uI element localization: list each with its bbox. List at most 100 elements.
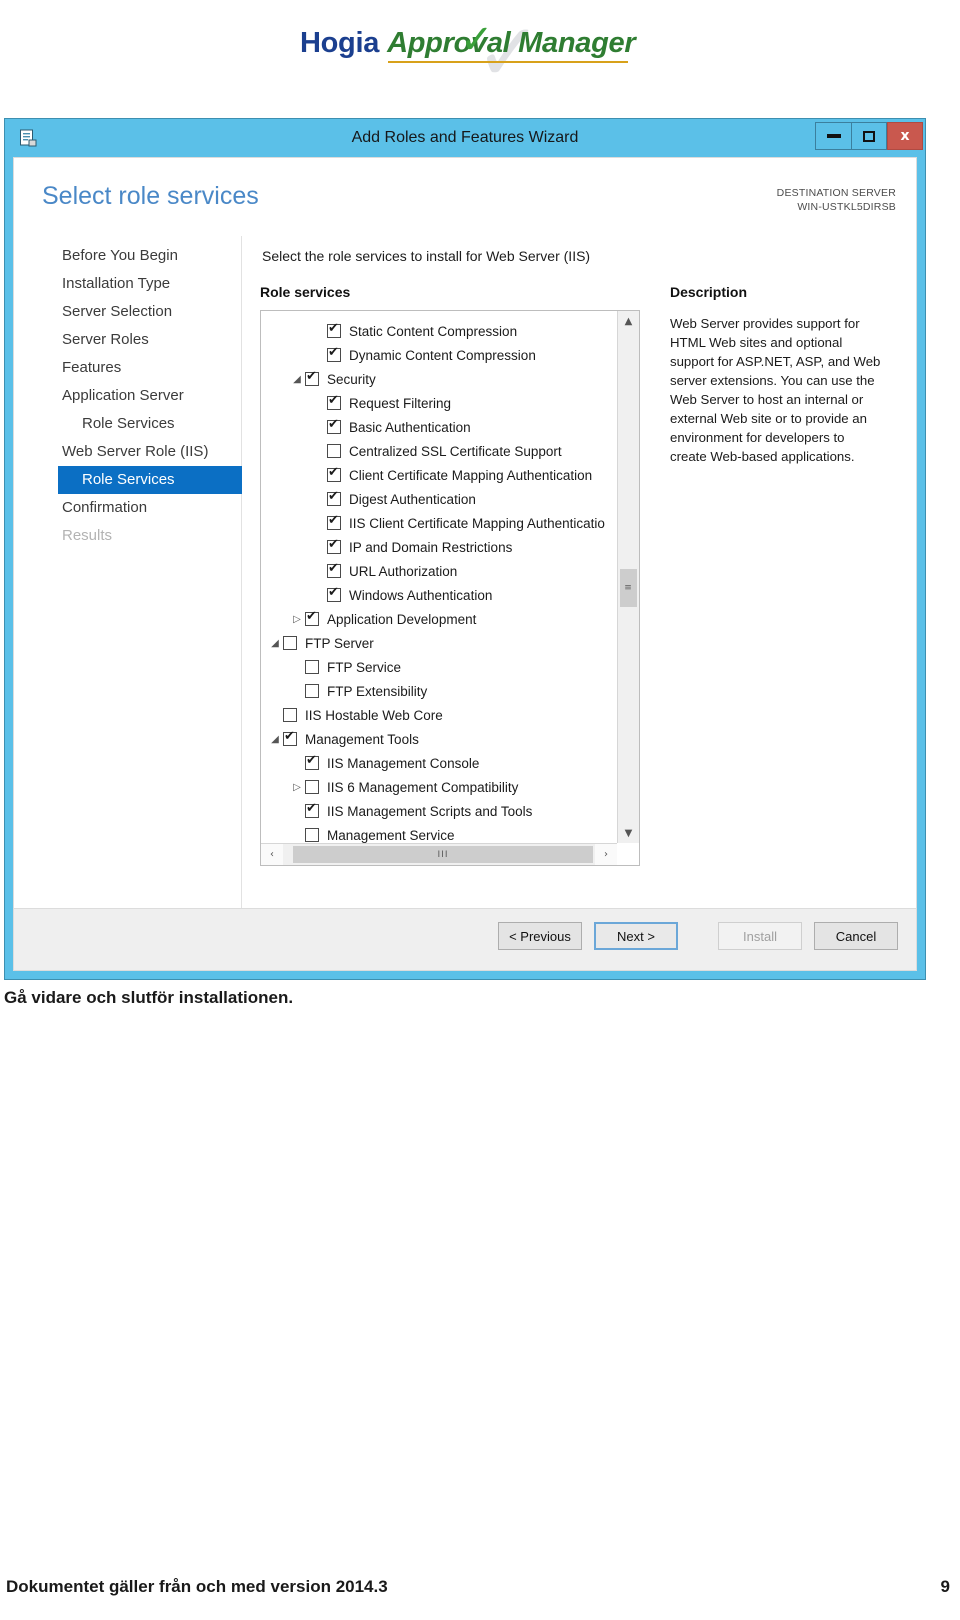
checkbox[interactable]	[283, 708, 297, 722]
tree-row-label: Windows Authentication	[349, 587, 493, 603]
tree-row-label: FTP Server	[305, 635, 374, 651]
tree-row[interactable]: IIS Management Console	[261, 751, 617, 775]
checkbox[interactable]	[327, 393, 341, 410]
tree-row[interactable]: IIS Management Scripts and Tools	[261, 799, 617, 823]
tree-row[interactable]: Basic Authentication	[261, 415, 617, 439]
sidebar-item-label: Server Selection	[62, 303, 173, 320]
minimize-icon	[826, 134, 841, 138]
tree-row-label: Static Content Compression	[349, 323, 518, 339]
checkbox[interactable]	[327, 321, 341, 338]
tree-row[interactable]: IIS Client Certificate Mapping Authentic…	[261, 511, 617, 535]
horizontal-scroll-thumb[interactable]: III	[293, 846, 593, 863]
horizontal-scroll-track[interactable]: III	[283, 844, 595, 865]
tree-row[interactable]: Management Service	[261, 823, 617, 843]
chevron-down-icon[interactable]: ◢	[267, 638, 283, 649]
checkbox[interactable]	[327, 489, 341, 506]
close-button[interactable]: x	[887, 122, 923, 150]
checkbox[interactable]	[327, 513, 341, 530]
page-header: Select role services DESTINATION SERVER …	[14, 158, 916, 236]
checkbox[interactable]	[327, 417, 341, 434]
checkbox[interactable]	[327, 585, 341, 602]
chevron-right-icon[interactable]: ▷	[289, 782, 305, 793]
checkbox[interactable]	[283, 636, 297, 650]
sidebar-item-features[interactable]: Features	[14, 354, 241, 382]
tree-row[interactable]: Client Certificate Mapping Authenticatio…	[261, 463, 617, 487]
tree-row-label: FTP Extensibility	[327, 683, 428, 699]
sidebar-item-installation-type[interactable]: Installation Type	[14, 270, 241, 298]
scroll-left-icon[interactable]: ‹	[261, 844, 283, 865]
vertical-scroll-thumb[interactable]: ≡	[620, 569, 637, 607]
tree-row[interactable]: Request Filtering	[261, 391, 617, 415]
tree-horizontal-scrollbar[interactable]: ‹ III ›	[261, 843, 617, 865]
checkbox[interactable]	[327, 444, 341, 458]
checkbox[interactable]	[305, 780, 319, 794]
tree-row-label: Management Tools	[305, 731, 419, 747]
tree-row[interactable]: ▷ Application Development	[261, 607, 617, 631]
checkbox[interactable]	[305, 609, 319, 626]
hogia-approval-manager-logo: ✓ Hogia Approval Manager ✓	[300, 13, 636, 93]
sidebar-item-server-selection[interactable]: Server Selection	[14, 298, 241, 326]
tree-row[interactable]: FTP Service	[261, 655, 617, 679]
maximize-button[interactable]	[851, 122, 887, 150]
checkbox[interactable]	[327, 465, 341, 482]
sidebar-item-confirmation[interactable]: Confirmation	[14, 494, 241, 522]
sidebar-item-web-server-role-iis[interactable]: Web Server Role (IIS)	[14, 438, 241, 466]
tree-row[interactable]: Centralized SSL Certificate Support	[261, 439, 617, 463]
tree-row[interactable]: ◢ Security	[261, 367, 617, 391]
tree-vertical-scrollbar[interactable]: ▲ ≡ ▼	[617, 311, 639, 843]
sidebar-item-server-roles[interactable]: Server Roles	[14, 326, 241, 354]
cancel-button[interactable]: Cancel	[814, 922, 898, 950]
scroll-up-icon[interactable]: ▲	[618, 311, 639, 331]
checkbox[interactable]	[305, 801, 319, 818]
sidebar-item-label: Web Server Role (IIS)	[62, 443, 209, 460]
page-title: Select role services	[42, 182, 259, 210]
document-footer: Dokumentet gäller från och med version 2…	[0, 1572, 960, 1602]
role-services-tree[interactable]: Static Content Compression Dynamic Conten…	[261, 311, 617, 843]
sidebar-item-label: Application Server	[62, 387, 184, 404]
chevron-right-icon[interactable]: ▷	[289, 614, 305, 625]
tree-row-label: Management Service	[327, 827, 455, 843]
sidebar-item-label: Results	[62, 527, 113, 544]
sidebar-item-results[interactable]: Results	[14, 522, 241, 550]
chevron-down-icon[interactable]: ◢	[267, 734, 283, 745]
destination-server-label: DESTINATION SERVER	[776, 187, 896, 199]
checkbox[interactable]	[327, 537, 341, 554]
checkbox[interactable]	[327, 561, 341, 578]
sidebar-item-label: Installation Type	[62, 275, 171, 292]
minimize-button[interactable]	[815, 122, 851, 150]
tree-row[interactable]: IIS Hostable Web Core	[261, 703, 617, 727]
sidebar-item-before-you-begin[interactable]: Before You Begin	[14, 242, 241, 270]
checkbox[interactable]	[305, 660, 319, 674]
tree-row[interactable]: Windows Authentication	[261, 583, 617, 607]
tree-row[interactable]: URL Authorization	[261, 559, 617, 583]
sidebar-item-label: Role Services	[82, 415, 175, 432]
tree-row[interactable]: ◢ Management Tools	[261, 727, 617, 751]
tree-row[interactable]: FTP Extensibility	[261, 679, 617, 703]
tree-row[interactable]: ▷ IIS 6 Management Compatibility	[261, 775, 617, 799]
tree-row-label: FTP Service	[327, 659, 402, 675]
checkbox[interactable]	[305, 828, 319, 842]
sidebar-item-application-server[interactable]: Application Server	[14, 382, 241, 410]
description-text: Web Server provides support for HTML Web…	[670, 316, 881, 464]
checkbox[interactable]	[305, 684, 319, 698]
tree-row-label: IIS Management Scripts and Tools	[327, 803, 533, 819]
sidebar-item-role-services[interactable]: Role Services	[14, 410, 241, 438]
tree-row[interactable]: Static Content Compression	[261, 319, 617, 343]
tree-row[interactable]: ◢ FTP Server	[261, 631, 617, 655]
previous-button[interactable]: < Previous	[498, 922, 582, 950]
tree-row[interactable]: IP and Domain Restrictions	[261, 535, 617, 559]
chevron-down-icon[interactable]: ◢	[289, 374, 305, 385]
sidebar-item-role-services[interactable]: Role Services	[58, 466, 242, 494]
tree-row[interactable]: Digest Authentication	[261, 487, 617, 511]
checkbox[interactable]	[305, 753, 319, 770]
tree-row-label: IIS Client Certificate Mapping Authentic…	[349, 515, 605, 531]
tree-row[interactable]: Dynamic Content Compression	[261, 343, 617, 367]
next-button[interactable]: Next >	[594, 922, 678, 950]
checkbox[interactable]	[327, 345, 341, 362]
checkbox[interactable]	[305, 369, 319, 386]
scroll-right-icon[interactable]: ›	[595, 844, 617, 865]
scroll-down-icon[interactable]: ▼	[618, 823, 639, 843]
wizard-app-icon	[15, 125, 41, 151]
tree-row-label: Centralized SSL Certificate Support	[349, 443, 562, 459]
checkbox[interactable]	[283, 729, 297, 746]
